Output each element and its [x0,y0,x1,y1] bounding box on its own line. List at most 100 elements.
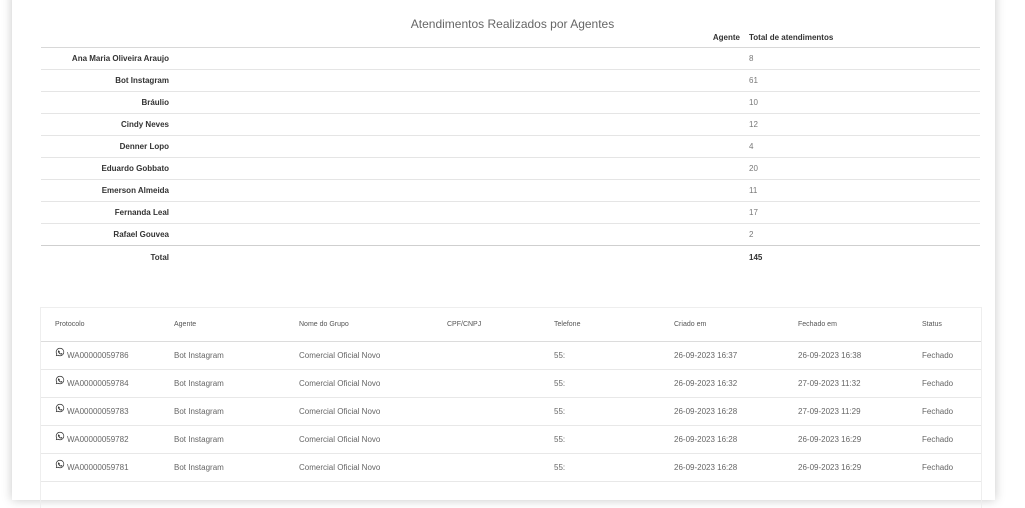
agent-name: Bot Instagram [41,69,169,92]
ticket-group: Comercial Oficial Novo [285,453,433,482]
ticket-status: Fechado [908,369,981,398]
summary-row: Eduardo Gobbato 20 [41,157,980,180]
agent-summary-table: Agente Total de atendimentos Ana Maria O… [41,28,980,268]
ticket-status: Fechado [908,425,981,454]
ticket-closed: 27-09-2023 11:29 [784,397,908,426]
ticket-created: 26-09-2023 16:37 [660,341,784,370]
col-header-grupo[interactable]: Nome do Grupo [285,308,433,342]
ticket-row[interactable]: WA00000059784 Bot Instagram Comercial Ofic… [41,369,981,398]
summary-row: Rafael Gouvea 2 [41,223,980,246]
agent-total: 4 [749,135,980,158]
agent-name: Fernanda Leal [41,201,169,224]
ticket-closed: 27-09-2023 11:32 [784,369,908,398]
ticket-agent: Bot Instagram [160,341,285,370]
col-header-status[interactable]: Status [908,308,981,342]
ticket-protocol-cell: WA00000059781 [41,453,160,482]
ticket-protocol-cell: WA00000059786 [41,341,160,370]
agent-total: 12 [749,113,980,136]
agent-name: Denner Lopo [41,135,169,158]
ticket-row[interactable]: WA00000059781 Bot Instagram Comercial Ofic… [41,453,981,482]
col-header-criado[interactable]: Criado em [660,308,784,342]
agent-name: Bráulio [41,91,169,114]
agent-total: 10 [749,91,980,114]
ticket-status: Fechado [908,453,981,482]
ticket-protocol[interactable]: WA00000059784 [67,379,129,388]
summary-row: Bot Instagram 61 [41,69,980,92]
ticket-protocol-cell: WA00000059782 [41,425,160,454]
ticket-cpf [433,341,540,370]
agent-name: Ana Maria Oliveira Araujo [41,47,169,70]
col-header-fechado[interactable]: Fechado em [784,308,908,342]
summary-row: Ana Maria Oliveira Araujo 8 [41,47,980,70]
col-header-agente[interactable]: Agente [160,308,285,342]
tickets-table-container: Protocolo Agente Nome do Grupo CPF/CNPJ … [40,307,982,508]
summary-header-row: Agente Total de atendimentos [41,28,980,48]
tickets-table: Protocolo Agente Nome do Grupo CPF/CNPJ … [41,308,981,482]
ticket-group: Comercial Oficial Novo [285,397,433,426]
summary-header-blank [41,28,169,48]
agent-total: 11 [749,179,980,202]
ticket-created: 26-09-2023 16:28 [660,397,784,426]
total-label: Total [150,252,169,262]
ticket-cpf [433,369,540,398]
ticket-created: 26-09-2023 16:32 [660,369,784,398]
agent-total: 61 [749,69,980,92]
ticket-cpf [433,425,540,454]
ticket-closed: 26-09-2023 16:29 [784,425,908,454]
summary-row: Cindy Neves 12 [41,113,980,136]
total-value: 145 [749,252,763,262]
ticket-cpf [433,397,540,426]
summary-total-row: Total 145 [41,246,980,269]
ticket-protocol[interactable]: WA00000059786 [67,351,129,360]
ticket-phone: 55: [540,341,660,370]
ticket-created: 26-09-2023 16:28 [660,453,784,482]
ticket-phone: 55: [540,397,660,426]
ticket-created: 26-09-2023 16:28 [660,425,784,454]
ticket-phone: 55: [540,369,660,398]
ticket-group: Comercial Oficial Novo [285,341,433,370]
agent-total: 20 [749,157,980,180]
summary-header-total[interactable]: Total de atendimentos [749,28,980,48]
ticket-closed: 26-09-2023 16:29 [784,453,908,482]
ticket-protocol[interactable]: WA00000059781 [67,463,129,472]
agent-name: Emerson Almeida [41,179,169,202]
agent-total: 2 [749,223,980,246]
ticket-status: Fechado [908,397,981,426]
ticket-row[interactable]: WA00000059786 Bot Instagram Comercial Ofic… [41,341,981,370]
col-header-cpf[interactable]: CPF/CNPJ [433,308,540,342]
ticket-row[interactable]: WA00000059782 Bot Instagram Comercial Ofic… [41,425,981,454]
whatsapp-icon [55,403,65,413]
ticket-agent: Bot Instagram [160,397,285,426]
summary-row: Bráulio 10 [41,91,980,114]
ticket-closed: 26-09-2023 16:38 [784,341,908,370]
agent-name: Eduardo Gobbato [41,157,169,180]
ticket-agent: Bot Instagram [160,453,285,482]
agent-total: 17 [749,201,980,224]
ticket-phone: 55: [540,425,660,454]
summary-row: Denner Lopo 4 [41,135,980,158]
agent-name: Cindy Neves [41,113,169,136]
summary-header-agent[interactable]: Agente [169,28,749,48]
ticket-status: Fechado [908,341,981,370]
whatsapp-icon [55,431,65,441]
whatsapp-icon [55,347,65,357]
agent-total: 8 [749,47,980,70]
ticket-protocol-cell: WA00000059784 [41,369,160,398]
summary-row: Emerson Almeida 11 [41,179,980,202]
ticket-group: Comercial Oficial Novo [285,425,433,454]
ticket-agent: Bot Instagram [160,369,285,398]
ticket-protocol[interactable]: WA00000059782 [67,435,129,444]
ticket-cpf [433,453,540,482]
col-header-telefone[interactable]: Telefone [540,308,660,342]
ticket-phone: 55: [540,453,660,482]
ticket-protocol[interactable]: WA00000059783 [67,407,129,416]
ticket-protocol-cell: WA00000059783 [41,397,160,426]
ticket-row[interactable]: WA00000059783 Bot Instagram Comercial Ofic… [41,397,981,426]
ticket-agent: Bot Instagram [160,425,285,454]
col-header-protocolo[interactable]: Protocolo [41,308,160,342]
tickets-header-row: Protocolo Agente Nome do Grupo CPF/CNPJ … [41,308,981,342]
whatsapp-icon [55,459,65,469]
summary-row: Fernanda Leal 17 [41,201,980,224]
whatsapp-icon [55,375,65,385]
ticket-group: Comercial Oficial Novo [285,369,433,398]
